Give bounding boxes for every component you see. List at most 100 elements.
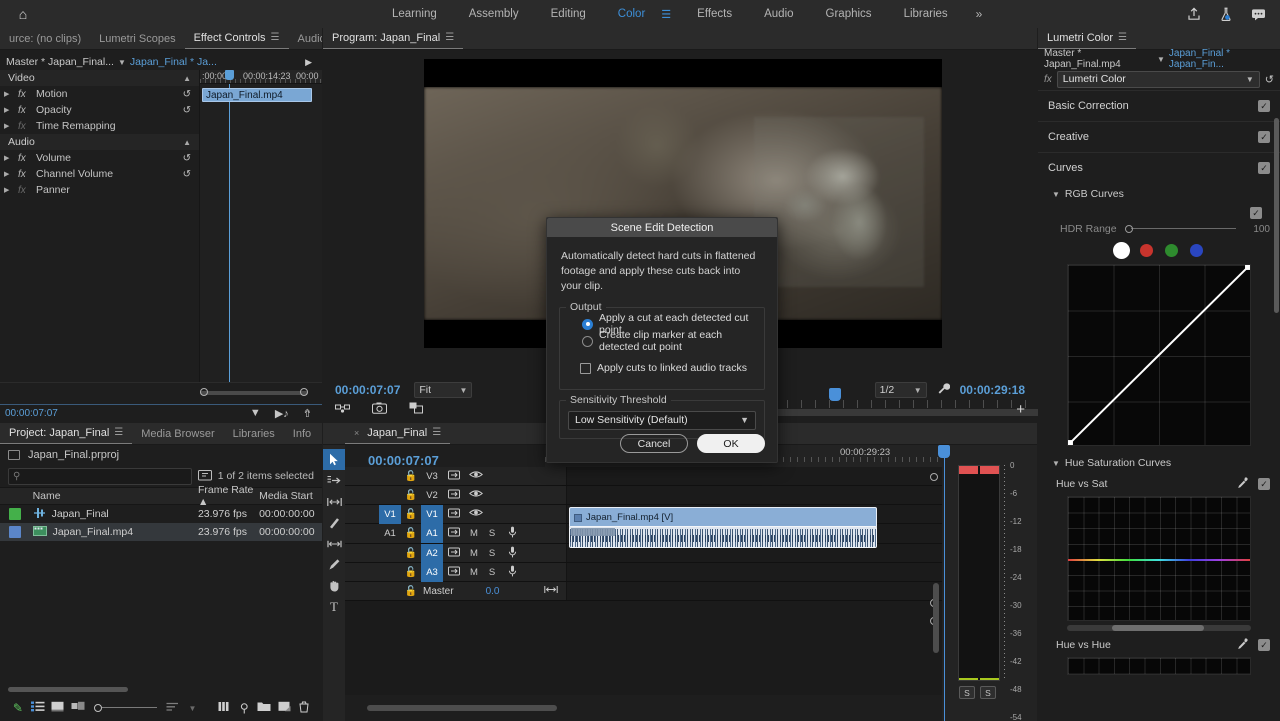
beaker-icon[interactable] — [1218, 6, 1234, 22]
track-header-a2[interactable]: 🔓 A2 M S — [345, 543, 567, 563]
chevron-up-icon[interactable]: ▲ — [183, 74, 191, 83]
button-editor-add-icon[interactable]: + — [1016, 401, 1025, 418]
sync-lock-icon[interactable] — [443, 508, 465, 521]
track-clip-area-v2[interactable] — [567, 486, 942, 504]
reset-icon[interactable]: ↺ — [183, 89, 191, 100]
safe-margins-icon[interactable] — [335, 402, 350, 417]
checkbox-rgb-curves[interactable]: ✓ — [1250, 207, 1262, 219]
tab-lumetri-scopes[interactable]: Lumetri Scopes — [90, 28, 184, 49]
eye-icon[interactable] — [465, 508, 487, 520]
track-select-forward-tool[interactable] — [323, 470, 345, 491]
source-patch-a3[interactable] — [379, 563, 401, 582]
mute-button-a1[interactable]: M — [465, 528, 483, 539]
lock-icon[interactable]: 🔓 — [401, 528, 421, 539]
rgb-curve-line[interactable] — [1068, 265, 1250, 446]
lock-icon[interactable]: 🔓 — [401, 490, 421, 501]
track-name-v3[interactable]: V3 — [421, 467, 443, 486]
tab-info[interactable]: Info — [284, 423, 320, 444]
hamburger-icon[interactable]: ☰ — [432, 423, 441, 444]
reset-icon[interactable]: ↺ — [183, 169, 191, 180]
lock-icon[interactable]: 🔓 — [401, 567, 421, 578]
effect-row-opacity[interactable]: ▶ fx Opacity ↺ — [0, 102, 199, 118]
workspace-tab-learning[interactable]: Learning — [376, 0, 453, 28]
solo-button-a1[interactable]: S — [483, 528, 501, 539]
green-channel-dot[interactable] — [1165, 243, 1178, 257]
red-channel-dot[interactable] — [1140, 243, 1153, 257]
table-row[interactable]: Japan_Final.mp4 23.976 fps 00:00:00:00 — [0, 523, 322, 541]
new-bin-column-icon[interactable] — [214, 701, 234, 715]
tab-audio-clip-mixer[interactable]: Audio Cli — [289, 28, 323, 49]
checkbox-hue-vs-hue[interactable]: ✓ — [1258, 639, 1270, 651]
tab-effect-controls[interactable]: Effect Controls ☰ — [184, 28, 289, 49]
ok-button[interactable]: OK — [697, 434, 765, 453]
chevron-right-icon[interactable]: ▶ — [4, 106, 12, 114]
effect-controls-source-label[interactable]: Master * Japan_Final... — [6, 56, 114, 68]
hamburger-icon[interactable]: ☰ — [445, 28, 454, 49]
radio-create-marker[interactable]: Create clip marker at each detected cut … — [570, 329, 754, 353]
checkbox-basic-correction[interactable]: ✓ — [1258, 100, 1270, 112]
new-bin-icon[interactable] — [254, 701, 274, 715]
workspace-overflow-icon[interactable]: » — [964, 7, 995, 21]
lumetri-effect-select[interactable]: Lumetri Color ▼ — [1056, 70, 1260, 88]
chevron-right-icon[interactable]: ▶ — [4, 122, 12, 130]
solo-button-a2[interactable]: S — [483, 548, 501, 559]
ec-zoom-scrollbar[interactable] — [200, 388, 308, 396]
rgb-curve-graph[interactable] — [1067, 264, 1251, 446]
close-icon[interactable]: × — [354, 423, 359, 444]
effect-row-motion[interactable]: ▶ fx Motion ↺ — [0, 86, 199, 102]
tab-libraries[interactable]: Libraries — [224, 423, 284, 444]
ec-zoom-knob-left[interactable] — [200, 388, 208, 396]
list-view-icon[interactable] — [28, 701, 48, 715]
keyframe-nav-icon[interactable]: ▶♪ — [275, 407, 289, 420]
track-header-v1[interactable]: V1 🔓 V1 — [345, 504, 567, 524]
chevron-right-icon[interactable]: ▶ — [4, 186, 12, 194]
effect-controls-sequence-label[interactable]: Japan_Final * Ja... — [130, 56, 217, 68]
ec-zoom-knob-right[interactable] — [300, 388, 308, 396]
sync-lock-icon[interactable] — [443, 547, 465, 560]
hue-vs-hue-graph[interactable] — [1067, 657, 1251, 675]
chevron-down-icon[interactable]: ▼ — [1157, 55, 1165, 64]
pen-tool[interactable] — [323, 554, 345, 575]
slip-tool[interactable] — [323, 533, 345, 554]
workspace-tab-audio[interactable]: Audio — [748, 0, 809, 28]
lock-icon[interactable]: 🔓 — [401, 509, 421, 520]
lumetri-vertical-scrollbar[interactable] — [1274, 118, 1279, 313]
track-clip-area-v1[interactable]: Japan_Final.mp4 [V] — [567, 505, 942, 528]
hdr-range-slider[interactable] — [1124, 224, 1240, 234]
source-patch-v1[interactable]: V1 — [379, 504, 401, 524]
ec-clip-bar[interactable]: Japan_Final.mp4 — [202, 88, 312, 102]
sort-icon[interactable] — [163, 701, 183, 715]
track-clip-area-v3[interactable] — [567, 467, 942, 485]
comment-icon[interactable] — [1250, 6, 1266, 22]
ec-status-timecode[interactable]: 00:00:07:07 — [0, 408, 58, 419]
new-search-bin-icon[interactable] — [197, 469, 212, 484]
sync-lock-icon[interactable] — [443, 566, 465, 579]
workspace-tab-libraries[interactable]: Libraries — [888, 0, 964, 28]
timeline-playhead-handle[interactable] — [938, 445, 950, 458]
track-name-a1[interactable]: A1 — [421, 524, 443, 543]
eye-icon[interactable] — [465, 470, 487, 482]
play-arrow-icon[interactable]: ▶ — [305, 57, 312, 68]
lumetri-sequence-label[interactable]: Japan_Final * Japan_Fin... — [1169, 48, 1280, 70]
workspace-menu-icon[interactable]: ☰ — [661, 8, 681, 21]
lumetri-source-label[interactable]: Master * Japan_Final.mp4 — [1044, 48, 1153, 70]
effect-row-time-remapping[interactable]: ▶ fx Time Remapping — [0, 118, 199, 134]
workspace-tab-assembly[interactable]: Assembly — [453, 0, 535, 28]
icon-view-icon[interactable] — [48, 701, 68, 715]
chevron-up-icon[interactable]: ▲ — [183, 138, 191, 147]
tab-lumetri-color[interactable]: Lumetri Color ☰ — [1038, 28, 1136, 49]
chevron-down-icon[interactable]: ▼ — [1052, 459, 1060, 468]
find-icon[interactable]: ⚲ — [234, 701, 254, 715]
checkbox-linked-audio[interactable]: Apply cuts to linked audio tracks — [570, 360, 754, 377]
sensitivity-threshold-select[interactable]: Low Sensitivity (Default) ▼ — [568, 410, 756, 430]
meter-solo-right[interactable]: S — [980, 686, 996, 699]
track-name-v2[interactable]: V2 — [421, 486, 443, 505]
source-patch-v2[interactable] — [379, 486, 401, 505]
track-name-a3[interactable]: A3 — [421, 562, 443, 582]
razor-tool[interactable] — [323, 512, 345, 533]
hue-vs-sat-spectrum-line[interactable] — [1068, 558, 1250, 561]
tab-media-browser[interactable]: Media Browser — [132, 423, 223, 444]
microphone-icon[interactable] — [501, 526, 523, 541]
chevron-down-icon[interactable]: ▼ — [1052, 190, 1060, 199]
project-horizontal-scrollbar[interactable] — [8, 687, 128, 692]
